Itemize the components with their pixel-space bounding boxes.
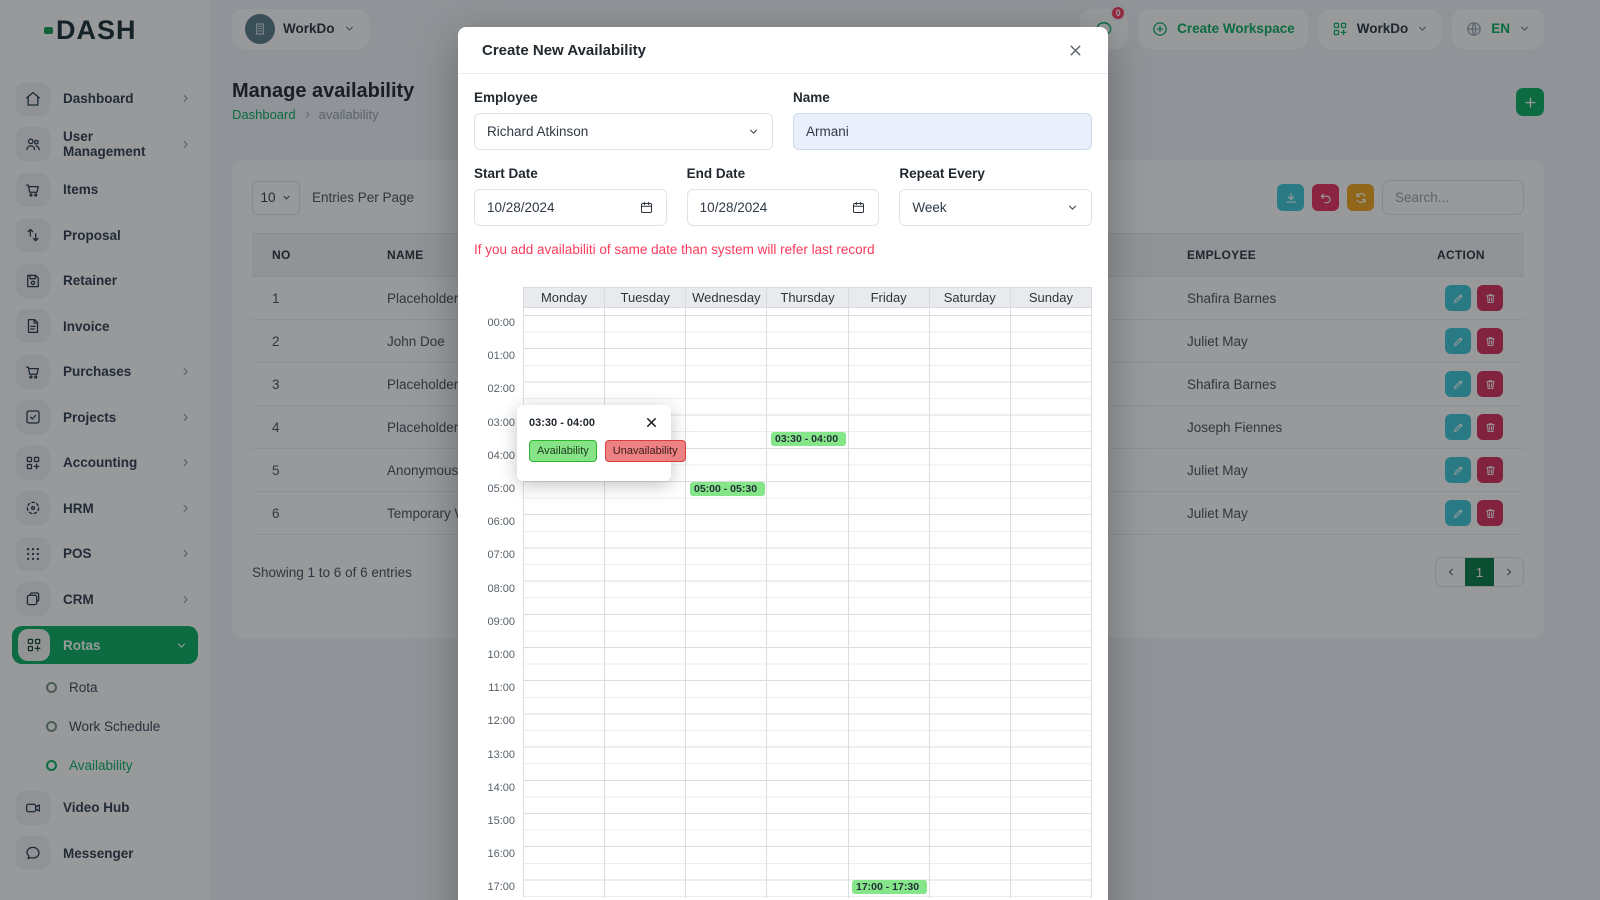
end-date-input[interactable]: 10/28/2024 <box>687 189 880 226</box>
hour-label: 02:00 <box>474 382 515 396</box>
duplicate-date-warning: If you add availabiliti of same date tha… <box>474 242 1092 257</box>
hour-label: 00:00 <box>474 316 515 330</box>
hour-label: 06:00 <box>474 515 515 529</box>
end-date-field: End Date 10/28/2024 <box>687 166 880 226</box>
hour-label: 13:00 <box>474 748 515 762</box>
hour-label: 07:00 <box>474 548 515 562</box>
calendar-icon <box>639 200 654 215</box>
hour-label: 04:00 <box>474 449 515 463</box>
calendar-icon <box>851 200 866 215</box>
day-header-thursday: Thursday <box>766 288 847 307</box>
event-popover: 03:30 - 04:00 Availability Unavailabilit… <box>517 405 671 481</box>
availability-button[interactable]: Availability <box>529 440 597 462</box>
chevron-down-icon <box>747 125 760 138</box>
day-header-tuesday: Tuesday <box>604 288 685 307</box>
day-column-friday[interactable] <box>849 308 930 898</box>
name-input[interactable] <box>793 113 1092 150</box>
start-date-label: Start Date <box>474 166 667 181</box>
calendar-body: 00:00 01:00 02:00 03:00 04:00 05:00 06:0… <box>474 308 1092 898</box>
calendar-event[interactable]: 17:00 - 17:30 <box>852 880 927 894</box>
create-availability-modal: Create New Availability Employee Richard… <box>458 27 1108 900</box>
day-header-friday: Friday <box>848 288 929 307</box>
popover-time-range: 03:30 - 04:00 <box>529 417 595 429</box>
close-icon[interactable] <box>644 415 659 430</box>
hour-label: 15:00 <box>474 814 515 828</box>
end-date-label: End Date <box>687 166 880 181</box>
employee-value: Richard Atkinson <box>487 124 588 139</box>
hour-label: 12:00 <box>474 714 515 728</box>
hour-label: 03:00 <box>474 416 515 430</box>
start-date-field: Start Date 10/28/2024 <box>474 166 667 226</box>
repeat-every-field: Repeat Every Week <box>899 166 1092 226</box>
hour-label: 05:00 <box>474 482 515 496</box>
availability-calendar: Monday Tuesday Wednesday Thursday Friday… <box>474 287 1092 898</box>
day-header-sunday: Sunday <box>1010 288 1091 307</box>
employee-select[interactable]: Richard Atkinson <box>474 113 773 150</box>
hour-label: 14:00 <box>474 781 515 795</box>
modal-header: Create New Availability <box>458 27 1108 74</box>
modal-body: Employee Richard Atkinson Name Start Dat… <box>458 74 1108 900</box>
chevron-down-icon <box>1066 201 1079 214</box>
name-field: Name <box>793 90 1092 150</box>
calendar-event[interactable]: 05:00 - 05:30 <box>690 482 765 496</box>
hour-label: 10:00 <box>474 648 515 662</box>
calendar-day-header: Monday Tuesday Wednesday Thursday Friday… <box>523 287 1092 308</box>
hour-label: 11:00 <box>474 681 515 695</box>
repeat-every-label: Repeat Every <box>899 166 1092 181</box>
day-header-monday: Monday <box>524 288 604 307</box>
day-column-sunday[interactable] <box>1011 308 1092 898</box>
day-column-wednesday[interactable] <box>686 308 767 898</box>
employee-field: Employee Richard Atkinson <box>474 90 773 150</box>
day-column-tuesday[interactable] <box>605 308 686 898</box>
day-header-saturday: Saturday <box>929 288 1010 307</box>
calendar-grid <box>523 308 1092 898</box>
app-root: DASH Dashboard User Management Items Pro… <box>0 0 1600 900</box>
hour-label: 16:00 <box>474 847 515 861</box>
name-label: Name <box>793 90 1092 105</box>
form-row-2: Start Date 10/28/2024 End Date 10/28/202… <box>474 166 1092 226</box>
start-date-input[interactable]: 10/28/2024 <box>474 189 667 226</box>
hour-label: 17:00 <box>474 880 515 894</box>
form-row-1: Employee Richard Atkinson Name <box>474 90 1092 150</box>
modal-title: Create New Availability <box>482 42 646 59</box>
repeat-every-value: Week <box>912 200 946 215</box>
employee-label: Employee <box>474 90 773 105</box>
day-header-wednesday: Wednesday <box>685 288 766 307</box>
hour-label: 08:00 <box>474 582 515 596</box>
day-column-thursday[interactable] <box>767 308 848 898</box>
day-column-saturday[interactable] <box>930 308 1011 898</box>
close-icon[interactable] <box>1067 42 1084 59</box>
repeat-every-select[interactable]: Week <box>899 189 1092 226</box>
end-date-value: 10/28/2024 <box>700 200 768 215</box>
unavailability-button[interactable]: Unavailability <box>605 440 686 462</box>
day-column-monday[interactable] <box>524 308 605 898</box>
hour-label: 09:00 <box>474 615 515 629</box>
start-date-value: 10/28/2024 <box>487 200 555 215</box>
calendar-event[interactable]: 03:30 - 04:00 <box>771 432 846 446</box>
hour-label: 01:00 <box>474 349 515 363</box>
